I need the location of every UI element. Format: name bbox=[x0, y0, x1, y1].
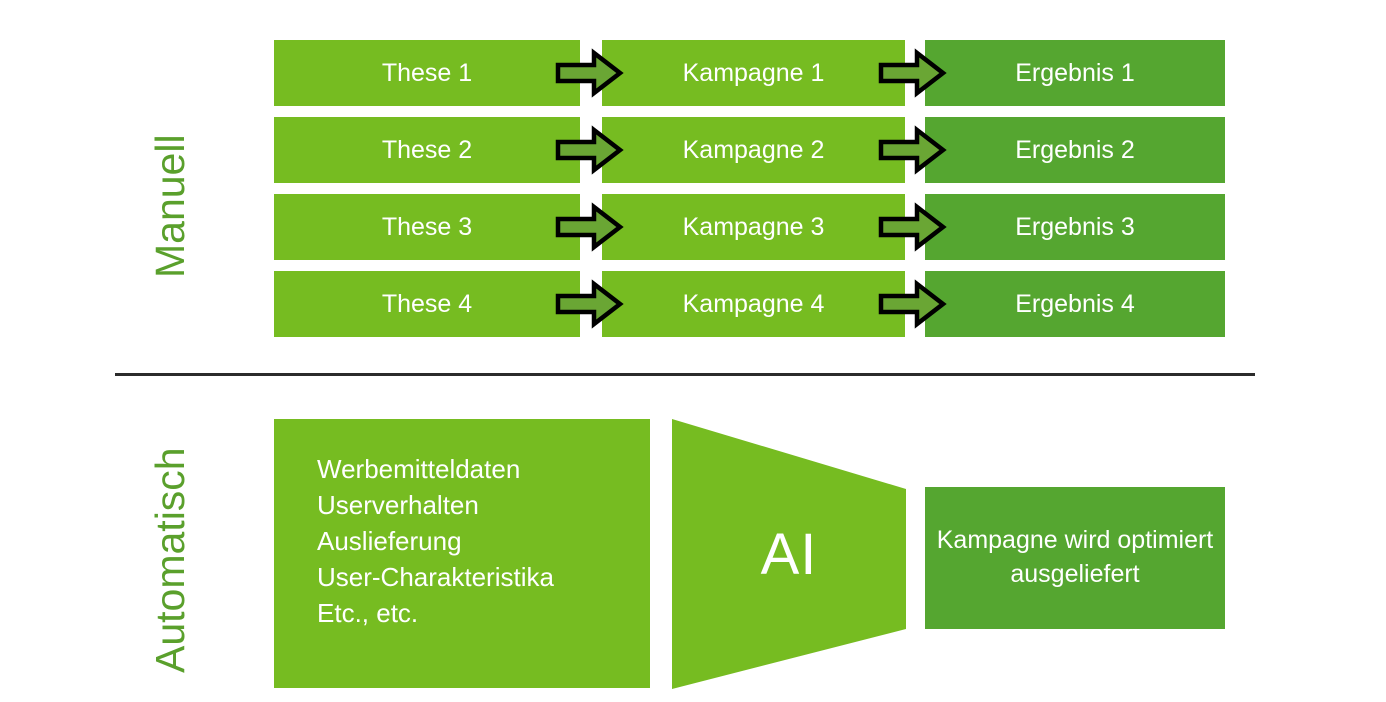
auto-input-list: Werbemitteldaten Userverhalten Ausliefer… bbox=[317, 454, 554, 628]
kampagne-box-1[interactable]: Kampagne 1 bbox=[602, 40, 905, 106]
ergebnis-box-4[interactable]: Ergebnis 4 bbox=[925, 271, 1225, 337]
these-box-3[interactable]: These 3 bbox=[274, 194, 580, 260]
auto-output-box[interactable]: Kampagne wird optimiert ausgeliefert bbox=[925, 487, 1225, 629]
ergebnis-box-4-label: Ergebnis 4 bbox=[1015, 290, 1135, 318]
kampagne-box-1-label: Kampagne 1 bbox=[682, 59, 825, 87]
section-label-automatisch: Automatisch bbox=[147, 447, 193, 673]
right-block-arrow-icon bbox=[878, 279, 947, 329]
these-box-2-label: These 2 bbox=[381, 136, 473, 164]
these-box-4-label: These 4 bbox=[381, 290, 473, 318]
these-box-4[interactable]: These 4 bbox=[274, 271, 580, 337]
right-block-arrow-icon bbox=[555, 279, 624, 329]
right-block-arrow-icon bbox=[555, 125, 624, 175]
diagram-canvas: Manuell These 1 Kampagne 1 Ergebnis 1 Th… bbox=[0, 0, 1386, 702]
ergebnis-box-3-label: Ergebnis 3 bbox=[1015, 213, 1135, 241]
auto-output-label: Kampagne wird optimiert ausgeliefert bbox=[936, 526, 1214, 588]
ergebnis-box-1[interactable]: Ergebnis 1 bbox=[925, 40, 1225, 106]
auto-input-box[interactable]: Werbemitteldaten Userverhalten Ausliefer… bbox=[274, 419, 650, 688]
right-block-arrow-icon bbox=[555, 48, 624, 98]
ergebnis-box-2[interactable]: Ergebnis 2 bbox=[925, 117, 1225, 183]
right-block-arrow-icon bbox=[878, 202, 947, 252]
ergebnis-box-2-label: Ergebnis 2 bbox=[1015, 136, 1135, 164]
kampagne-box-3-label: Kampagne 3 bbox=[682, 213, 825, 241]
section-divider bbox=[115, 373, 1255, 376]
these-box-1-label: These 1 bbox=[381, 59, 473, 87]
these-box-2[interactable]: These 2 bbox=[274, 117, 580, 183]
these-box-1[interactable]: These 1 bbox=[274, 40, 580, 106]
kampagne-box-4[interactable]: Kampagne 4 bbox=[602, 271, 905, 337]
kampagne-box-2[interactable]: Kampagne 2 bbox=[602, 117, 905, 183]
right-block-arrow-icon bbox=[555, 202, 624, 252]
kampagne-box-4-label: Kampagne 4 bbox=[682, 290, 825, 318]
kampagne-box-2-label: Kampagne 2 bbox=[682, 136, 825, 164]
right-block-arrow-icon bbox=[878, 48, 947, 98]
right-block-arrow-icon bbox=[878, 125, 947, 175]
kampagne-box-3[interactable]: Kampagne 3 bbox=[602, 194, 905, 260]
section-label-manuell: Manuell bbox=[147, 134, 193, 278]
ergebnis-box-1-label: Ergebnis 1 bbox=[1015, 59, 1135, 87]
ai-funnel-shape[interactable] bbox=[668, 415, 910, 693]
ergebnis-box-3[interactable]: Ergebnis 3 bbox=[925, 194, 1225, 260]
these-box-3-label: These 3 bbox=[381, 213, 473, 241]
